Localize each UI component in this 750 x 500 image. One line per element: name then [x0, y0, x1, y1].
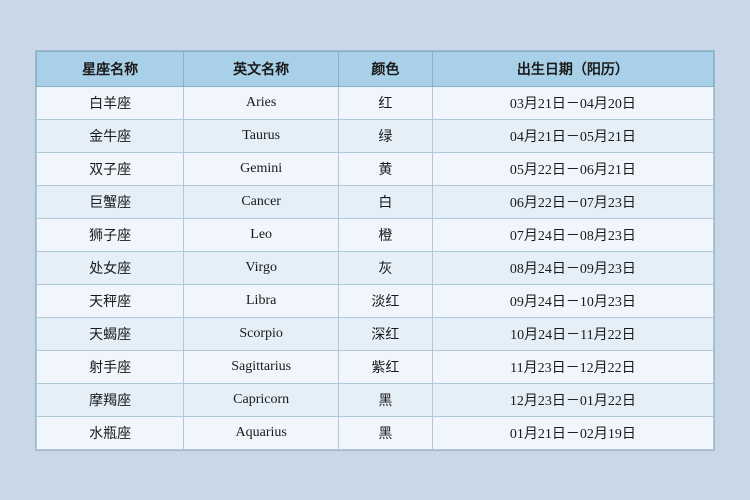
cell-dates: 06月22日－07月23日 [432, 185, 713, 218]
cell-color: 深红 [339, 317, 433, 350]
cell-english-name: Aquarius [184, 416, 339, 449]
cell-chinese-name: 狮子座 [37, 218, 184, 251]
cell-dates: 07月24日－08月23日 [432, 218, 713, 251]
zodiac-table-container: 星座名称 英文名称 颜色 出生日期（阳历） 白羊座Aries红03月21日－04… [35, 50, 715, 451]
cell-dates: 12月23日－01月22日 [432, 383, 713, 416]
cell-color: 白 [339, 185, 433, 218]
cell-english-name: Leo [184, 218, 339, 251]
cell-english-name: Capricorn [184, 383, 339, 416]
cell-chinese-name: 双子座 [37, 152, 184, 185]
cell-chinese-name: 处女座 [37, 251, 184, 284]
table-row: 双子座Gemini黄05月22日－06月21日 [37, 152, 714, 185]
table-row: 狮子座Leo橙07月24日－08月23日 [37, 218, 714, 251]
cell-color: 淡红 [339, 284, 433, 317]
cell-color: 绿 [339, 119, 433, 152]
table-row: 天秤座Libra淡红09月24日－10月23日 [37, 284, 714, 317]
cell-english-name: Aries [184, 86, 339, 119]
table-row: 水瓶座Aquarius黑01月21日－02月19日 [37, 416, 714, 449]
table-row: 白羊座Aries红03月21日－04月20日 [37, 86, 714, 119]
table-row: 金牛座Taurus绿04月21日－05月21日 [37, 119, 714, 152]
header-english-name: 英文名称 [184, 51, 339, 86]
cell-chinese-name: 射手座 [37, 350, 184, 383]
table-row: 巨蟹座Cancer白06月22日－07月23日 [37, 185, 714, 218]
table-row: 处女座Virgo灰08月24日－09月23日 [37, 251, 714, 284]
cell-english-name: Sagittarius [184, 350, 339, 383]
cell-chinese-name: 摩羯座 [37, 383, 184, 416]
cell-dates: 10月24日－11月22日 [432, 317, 713, 350]
cell-chinese-name: 天秤座 [37, 284, 184, 317]
cell-dates: 08月24日－09月23日 [432, 251, 713, 284]
cell-color: 黑 [339, 416, 433, 449]
header-dates: 出生日期（阳历） [432, 51, 713, 86]
cell-color: 紫红 [339, 350, 433, 383]
cell-chinese-name: 天蝎座 [37, 317, 184, 350]
cell-color: 黄 [339, 152, 433, 185]
table-row: 天蝎座Scorpio深红10月24日－11月22日 [37, 317, 714, 350]
cell-chinese-name: 巨蟹座 [37, 185, 184, 218]
cell-english-name: Taurus [184, 119, 339, 152]
cell-color: 橙 [339, 218, 433, 251]
cell-color: 灰 [339, 251, 433, 284]
table-body: 白羊座Aries红03月21日－04月20日金牛座Taurus绿04月21日－0… [37, 86, 714, 449]
cell-chinese-name: 金牛座 [37, 119, 184, 152]
cell-dates: 01月21日－02月19日 [432, 416, 713, 449]
cell-dates: 05月22日－06月21日 [432, 152, 713, 185]
table-row: 射手座Sagittarius紫红11月23日－12月22日 [37, 350, 714, 383]
header-color: 颜色 [339, 51, 433, 86]
cell-chinese-name: 白羊座 [37, 86, 184, 119]
cell-color: 黑 [339, 383, 433, 416]
cell-dates: 03月21日－04月20日 [432, 86, 713, 119]
cell-dates: 11月23日－12月22日 [432, 350, 713, 383]
cell-chinese-name: 水瓶座 [37, 416, 184, 449]
header-chinese-name: 星座名称 [37, 51, 184, 86]
cell-dates: 04月21日－05月21日 [432, 119, 713, 152]
zodiac-table: 星座名称 英文名称 颜色 出生日期（阳历） 白羊座Aries红03月21日－04… [36, 51, 714, 450]
cell-color: 红 [339, 86, 433, 119]
table-header-row: 星座名称 英文名称 颜色 出生日期（阳历） [37, 51, 714, 86]
cell-english-name: Libra [184, 284, 339, 317]
cell-english-name: Scorpio [184, 317, 339, 350]
table-row: 摩羯座Capricorn黑12月23日－01月22日 [37, 383, 714, 416]
cell-english-name: Cancer [184, 185, 339, 218]
cell-english-name: Gemini [184, 152, 339, 185]
cell-dates: 09月24日－10月23日 [432, 284, 713, 317]
cell-english-name: Virgo [184, 251, 339, 284]
